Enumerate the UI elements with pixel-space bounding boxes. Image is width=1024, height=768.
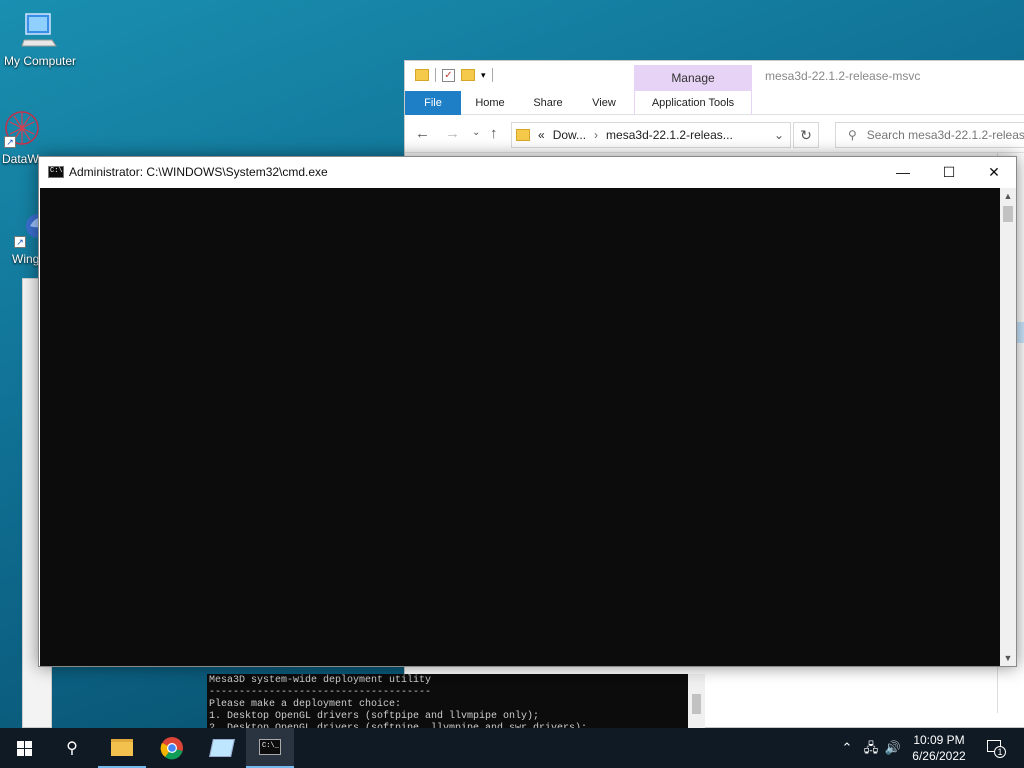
taskbar-chrome[interactable] [148,728,196,768]
cmd-title: Administrator: C:\WINDOWS\System32\cmd.e… [69,165,328,179]
breadcrumb-item[interactable]: Dow... [553,128,586,142]
forward-arrow-icon[interactable]: → [445,125,460,142]
search-input[interactable]: ⚲ Search mesa3d-22.1.2-releas [835,122,1024,148]
taskbar: ⚲ C:\_ ⌃ 🖧 🔊 10:09 PM 6/26/2022 1 [0,728,1024,768]
up-arrow-icon[interactable]: ↑ [490,125,498,142]
address-bar[interactable]: « Dow... › mesa3d-22.1.2-releas... ⌄ [511,122,791,148]
cmd-icon: C:\_ [259,739,281,755]
notification-count: 1 [994,746,1006,758]
folder-icon [111,738,133,756]
chrome-icon [160,737,183,760]
refresh-icon[interactable]: ↻ [793,122,819,148]
maximize-button[interactable]: ☐ [926,157,972,188]
back-arrow-icon[interactable]: ← [415,125,430,142]
customize-toolbar-icon[interactable]: ▾ [481,70,486,81]
breadcrumb-overflow[interactable]: « [538,128,545,142]
network-icon[interactable]: 🖧 [862,728,880,768]
scroll-down-icon[interactable]: ▼ [1000,650,1016,666]
explorer-titlebar: ✓ ▾ Manage mesa3d-22.1.2-release-msvc [405,61,1024,91]
clock[interactable]: 10:09 PM 6/26/2022 [900,732,978,764]
tab-share[interactable]: Share [525,91,571,115]
tab-view[interactable]: View [581,91,627,115]
background-cmd-window: Mesa3D system-wide deployment utility --… [207,674,705,728]
console-scrollbar[interactable]: ▲ ▼ [1000,188,1016,666]
scrollbar-thumb[interactable] [1003,206,1013,222]
manage-contextual-tab[interactable]: Manage [634,65,752,91]
shortcut-arrow-icon: ↗ [14,236,26,248]
address-row: ← → ⌄ ↑ « Dow... › mesa3d-22.1.2-releas.… [405,115,1024,153]
address-dropdown-icon[interactable]: ⌄ [774,128,784,142]
search-placeholder: Search mesa3d-22.1.2-releas [866,128,1024,142]
taskbar-app[interactable] [198,728,246,768]
minimize-button[interactable]: — [880,157,926,188]
breadcrumb-item[interactable]: mesa3d-22.1.2-releas... [606,128,733,142]
clock-date: 6/26/2022 [912,749,966,763]
divider [491,68,493,82]
taskbar-cmd[interactable]: C:\_ [246,728,294,768]
recent-locations-chevron-icon[interactable]: ⌄ [472,127,480,138]
scroll-up-icon[interactable]: ▲ [1000,188,1016,204]
quick-access-toolbar: ✓ ▾ [415,68,493,82]
folder-icon [516,129,530,141]
taskbar-file-explorer[interactable] [98,728,146,768]
desktop-icon-my-computer[interactable]: My Computer [0,10,80,68]
console-area[interactable] [40,188,1000,666]
breadcrumb-separator-icon: › [594,128,599,142]
computer-icon [20,10,60,50]
cmd-icon[interactable]: C:\ [48,166,64,178]
clock-time: 10:09 PM [913,733,965,747]
tab-file[interactable]: File [405,91,461,115]
console-output: Mesa3D system-wide deployment utility --… [209,675,587,728]
close-button[interactable]: ✕ [971,157,1017,188]
tab-application-tools[interactable]: Application Tools [634,91,752,115]
shortcut-arrow-icon: ↗ [4,136,16,148]
folder-icon[interactable] [415,69,429,81]
tab-home[interactable]: Home [467,91,513,115]
cmd-titlebar[interactable]: C:\ Administrator: C:\WINDOWS\System32\c… [39,157,1016,188]
windows-logo-icon [16,740,32,756]
scrollbar-thumb[interactable] [692,694,701,714]
cmd-window: C:\ Administrator: C:\WINDOWS\System32\c… [38,156,1017,667]
desktop-icon-label: My Computer [3,54,77,68]
start-button[interactable] [0,728,48,768]
app-window-icon [209,739,235,757]
search-icon: ⚲ [66,740,78,757]
search-button[interactable]: ⚲ [48,728,96,768]
console-scrollbar[interactable] [688,674,705,728]
properties-icon[interactable]: ✓ [442,68,455,82]
new-folder-icon[interactable] [461,69,475,81]
divider [435,68,436,82]
show-hidden-icons-chevron-icon[interactable]: ⌃ [838,728,856,768]
ribbon-tabs: File Home Share View Application Tools [405,91,1024,115]
window-title: mesa3d-22.1.2-release-msvc [765,69,921,83]
search-icon: ⚲ [848,128,857,142]
network-graph-icon: ↗ [2,108,42,148]
notification-center-icon[interactable]: 1 [982,728,1006,768]
